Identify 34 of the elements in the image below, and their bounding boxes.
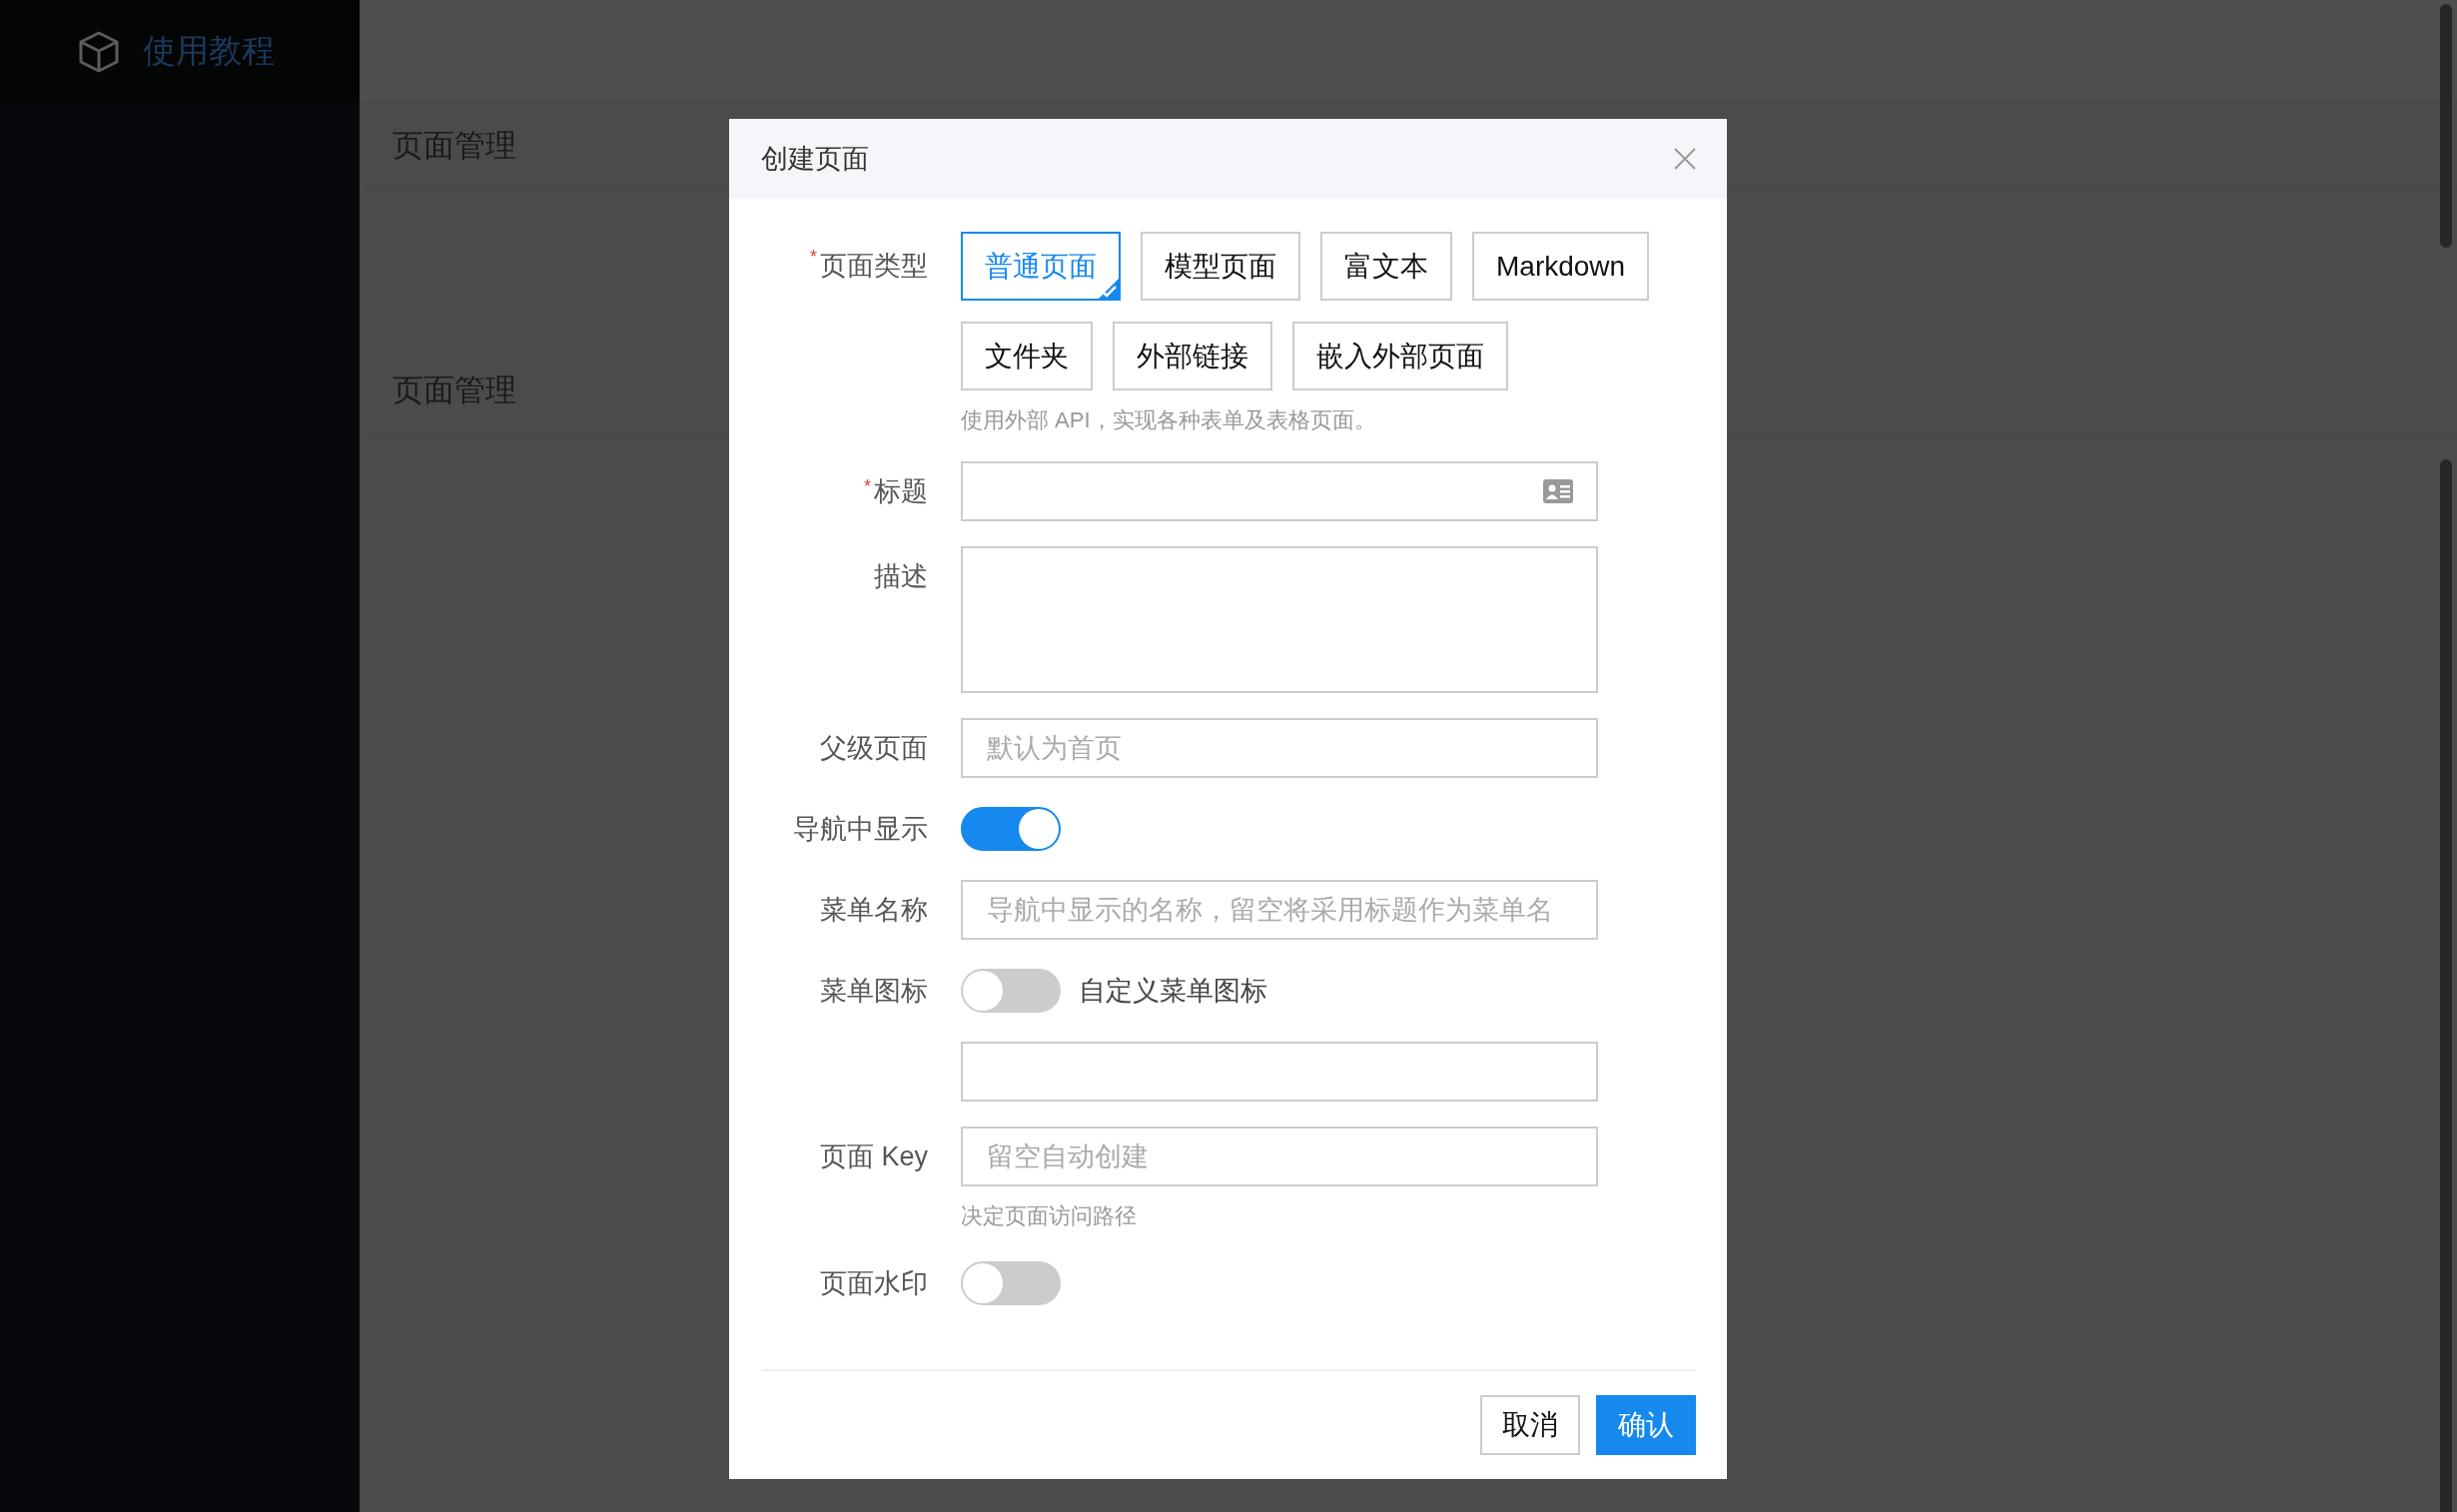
help-text: 使用外部 API，实现各种表单及表格页面。: [961, 406, 1377, 434]
cancel-button[interactable]: 取消: [1480, 1395, 1580, 1455]
contact-card-icon[interactable]: [1542, 478, 1574, 504]
page-type-option[interactable]: 富文本: [1320, 232, 1452, 301]
text-field[interactable]: [961, 1042, 1598, 1102]
scrollbar-thumb[interactable]: [2440, 459, 2452, 1512]
check-corner-icon: [1097, 277, 1121, 301]
dialog-title: 创建页面: [761, 143, 869, 176]
field-label: *标题: [864, 476, 928, 506]
field-label: *页面类型: [810, 251, 928, 281]
field-label: 导航中显示: [793, 814, 928, 844]
field-label: 菜单名称: [820, 895, 928, 925]
switch-label: 自定义菜单图标: [1079, 975, 1267, 1008]
page-type-option[interactable]: Markdown: [1472, 232, 1650, 301]
text-area[interactable]: [961, 546, 1598, 693]
scrollbar-thumb[interactable]: [2440, 4, 2452, 248]
close-icon[interactable]: [1673, 147, 1697, 171]
confirm-button[interactable]: 确认: [1596, 1395, 1696, 1455]
field-label: 页面 Key: [819, 1141, 928, 1171]
page-type-option[interactable]: 嵌入外部页面: [1292, 322, 1508, 390]
field-label: 页面水印: [820, 1268, 928, 1298]
page-type-option[interactable]: 模型页面: [1141, 232, 1300, 301]
page-type-option[interactable]: 文件夹: [961, 322, 1093, 390]
field-label: 父级页面: [820, 733, 928, 763]
toggle-switch[interactable]: [961, 807, 1061, 851]
toggle-switch[interactable]: [961, 1261, 1061, 1305]
field-label: 菜单图标: [820, 976, 928, 1006]
page-type-option[interactable]: 外部链接: [1113, 322, 1272, 390]
cube-icon: [77, 29, 121, 74]
help-text: 决定页面访问路径: [961, 1202, 1138, 1230]
page-type-option[interactable]: 普通页面: [961, 232, 1121, 301]
toggle-switch[interactable]: [961, 969, 1061, 1013]
field-label: 描述: [874, 561, 928, 591]
text-field[interactable]: [961, 461, 1598, 521]
